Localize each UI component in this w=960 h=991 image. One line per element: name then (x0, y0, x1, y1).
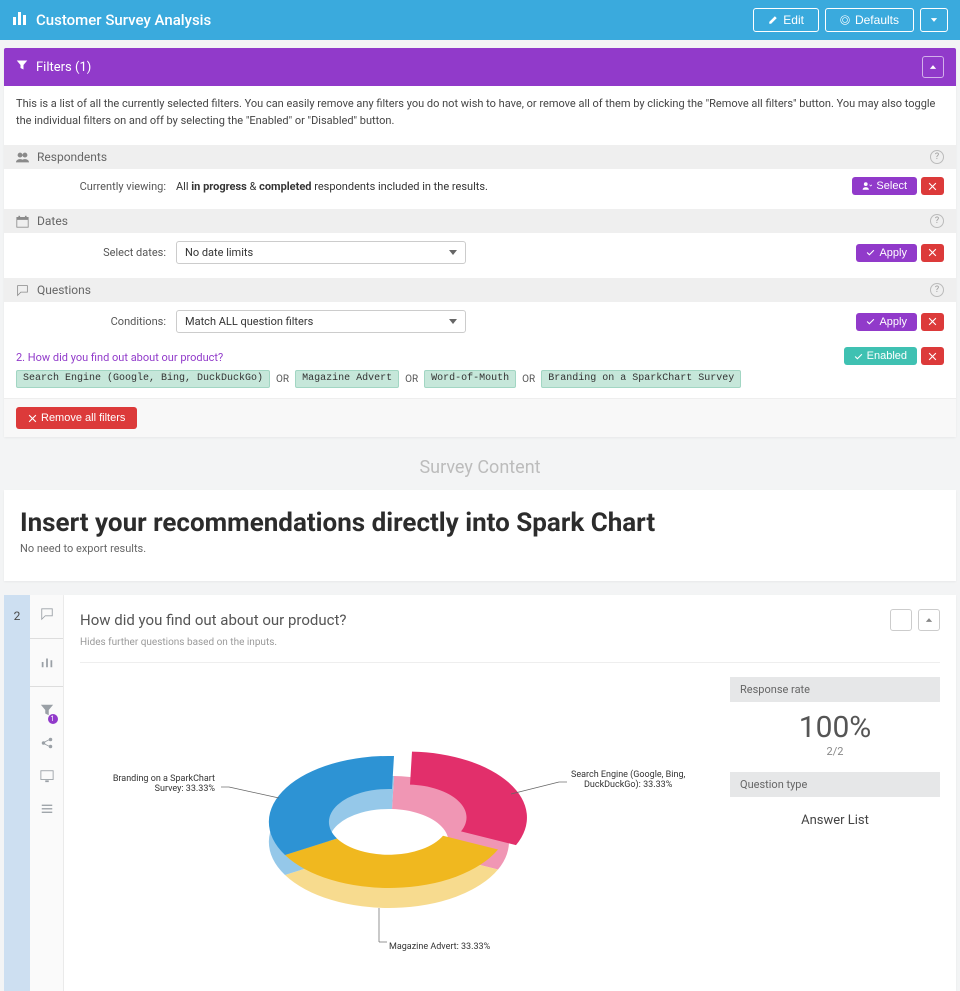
response-rate-sub: 2/2 (730, 745, 940, 758)
help-icon[interactable]: ? (930, 283, 944, 297)
display-tool-button[interactable] (40, 769, 54, 786)
close-icon (928, 352, 937, 361)
question-toolbar: 1 (30, 595, 64, 991)
dates-label: Dates (37, 214, 68, 228)
filters-heading: Filters (1) (36, 60, 91, 75)
donut-chart: Search Engine (Google, Bing,DuckDuckGo):… (80, 677, 718, 977)
edit-button[interactable]: Edit (753, 8, 819, 32)
response-rate-header: Response rate (730, 677, 940, 702)
check-icon (866, 248, 875, 257)
filter-tool-button[interactable]: 1 (40, 703, 54, 720)
respondents-remove-button[interactable] (921, 177, 944, 195)
calendar-icon (16, 215, 29, 228)
share-icon (40, 736, 54, 750)
respondents-section-header: Respondents ? (4, 145, 956, 169)
respondents-select-button[interactable]: Select (852, 177, 917, 195)
questions-section-header: Questions ? (4, 278, 956, 302)
respondents-label: Respondents (37, 150, 107, 164)
question-note: Hides further questions based on the inp… (80, 637, 940, 663)
question-collapse-button[interactable] (918, 609, 940, 631)
slice-label: Search Engine (Google, Bing,DuckDuckGo):… (571, 769, 685, 790)
help-icon[interactable]: ? (930, 150, 944, 164)
questions-label: Questions (37, 283, 91, 297)
currently-viewing-label: Currently viewing: (16, 180, 166, 193)
chat-icon (40, 607, 54, 621)
select-dates-label: Select dates: (16, 246, 166, 259)
conditions-select[interactable]: Match ALL question filters (176, 310, 466, 333)
edit-label: Edit (783, 13, 804, 27)
filter-chip[interactable]: Search Engine (Google, Bing, DuckDuckGo) (16, 370, 270, 388)
remove-all-filters-button[interactable]: Remove all filters (16, 407, 137, 429)
filter-chip[interactable]: Word-of-Mouth (424, 370, 516, 388)
help-icon[interactable]: ? (930, 214, 944, 228)
dates-apply-button[interactable]: Apply (856, 244, 917, 262)
check-icon (866, 317, 875, 326)
close-icon (928, 317, 937, 326)
check-icon (854, 352, 863, 361)
chat-icon (16, 284, 29, 297)
survey-content-heading: Survey Content (0, 457, 960, 478)
questions-apply-button[interactable]: Apply (856, 313, 917, 331)
question-block: 2 1 How did you find out about our produ… (4, 595, 956, 991)
more-dropdown-button[interactable] (920, 8, 948, 32)
filter-count-badge: 1 (48, 714, 58, 724)
question-type-value: Answer List (730, 805, 940, 842)
question-type-header: Question type (730, 772, 940, 797)
response-rate-value: 100% (730, 710, 940, 745)
chevron-up-icon (928, 62, 938, 72)
dates-select[interactable]: No date limits (176, 241, 466, 264)
monitor-icon (40, 769, 54, 783)
chart-tool-button[interactable] (30, 655, 63, 687)
slice-label: Magazine Advert: 33.33% (389, 942, 491, 952)
currently-viewing-text: All in progress & completed respondents … (176, 180, 842, 193)
filter-chip[interactable]: Magazine Advert (295, 370, 399, 388)
slice-label: Branding on a SparkChartSurvey: 33.33% (113, 774, 216, 794)
filters-description: This is a list of all the currently sele… (4, 86, 956, 139)
filter-remove-button[interactable] (921, 347, 944, 365)
close-icon (928, 182, 937, 191)
chevron-down-icon (929, 15, 939, 25)
defaults-button[interactable]: Defaults (825, 8, 914, 32)
filter-icon (16, 59, 28, 75)
close-icon (28, 414, 37, 423)
menu-tool-button[interactable] (40, 802, 54, 819)
page-title: Customer Survey Analysis (36, 11, 211, 29)
bar-chart-icon (12, 10, 28, 30)
rec-title: Insert your recommendations directly int… (20, 508, 940, 538)
questions-remove-button[interactable] (921, 313, 944, 331)
active-filter-title: 2. How did you find out about our produc… (16, 351, 944, 364)
top-header: Customer Survey Analysis Edit Defaults (0, 0, 960, 40)
chevron-up-icon (924, 615, 934, 625)
dates-section-header: Dates ? (4, 209, 956, 233)
share-tool-button[interactable] (40, 736, 54, 753)
active-filter-block: 2. How did you find out about our produc… (4, 341, 956, 398)
dates-remove-button[interactable] (921, 244, 944, 262)
collapse-filters-button[interactable] (922, 56, 944, 78)
people-icon (16, 151, 29, 164)
filter-enabled-toggle[interactable]: Enabled (844, 347, 917, 365)
question-info-sidebar: Response rate 100% 2/2 Question type Ans… (730, 677, 940, 977)
defaults-label: Defaults (855, 13, 899, 27)
chat-tool-button[interactable] (30, 607, 63, 639)
question-checkbox[interactable] (890, 609, 912, 631)
conditions-label: Conditions: (16, 315, 166, 328)
menu-icon (40, 802, 54, 816)
question-number: 2 (4, 595, 30, 991)
rec-subtitle: No need to export results. (20, 542, 940, 555)
filters-panel: Filters (1) This is a list of all the cu… (4, 48, 956, 437)
recommendations-panel: Insert your recommendations directly int… (4, 490, 956, 581)
mini-bar-icon (40, 655, 54, 669)
filter-chip[interactable]: Branding on a SparkChart Survey (541, 370, 741, 388)
question-title: How did you find out about our product? (80, 611, 346, 629)
close-icon (928, 248, 937, 257)
